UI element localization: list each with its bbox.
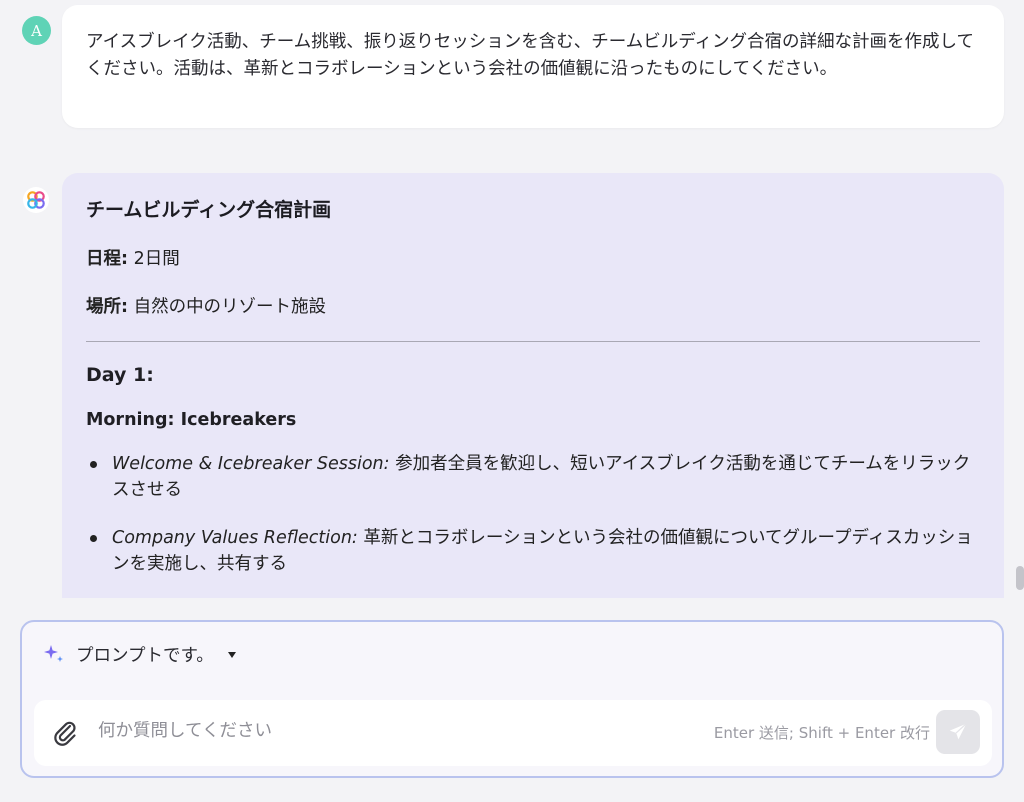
activity-title: Welcome & Icebreaker Session: [112,454,390,474]
input-row: Enter 送信; Shift + Enter 改行 [34,700,992,766]
plan-title: チームビルディング合宿計画 [86,199,332,221]
activity-title: Company Values Reflection: [112,528,358,548]
prompt-selector[interactable]: プロンプトです。 [42,638,236,670]
prompt-selector-label: プロンプトです。 [76,645,214,666]
list-item: Company Values Reflection: 革新とコラボレーションとい… [86,525,980,577]
paperclip-icon[interactable] [50,718,80,748]
caret-down-icon [227,652,236,658]
scrollbar-thumb[interactable] [1016,566,1024,590]
list-item: Welcome & Icebreaker Session: 参加者全員を歓迎し、… [86,451,980,503]
location-line: 場所: 自然の中のリゾート施設 [86,293,980,321]
chat-thread: A アイスブレイク活動、チーム挑戦、振り返りセッションを含む、チームビルディング… [0,0,1024,598]
user-message-bubble: アイスブレイク活動、チーム挑戦、振り返りセッションを含む、チームビルディング合宿… [62,5,1004,128]
day-heading: Day 1: [86,364,154,386]
location-value: 自然の中のリゾート施設 [128,297,327,317]
message-composer: プロンプトです。 Enter 送信; Shift + Enter 改行 [20,620,1004,778]
sparkle-icon [44,645,63,662]
schedule-label: 日程: [86,249,128,269]
section-divider [86,341,980,342]
location-label: 場所: [86,297,128,317]
message-input[interactable] [98,714,658,748]
paper-plane-icon [949,723,967,740]
user-message-text: アイスブレイク活動、チーム挑戦、振り返りセッションを含む、チームビルディング合宿… [86,32,974,79]
user-avatar: A [22,16,51,45]
ai-avatar-icon [23,187,49,213]
activity-list: Welcome & Icebreaker Session: 参加者全員を歓迎し、… [86,451,980,577]
send-hint: Enter 送信; Shift + Enter 改行 [713,724,930,742]
send-button[interactable] [936,710,980,754]
schedule-line: 日程: 2日間 [86,245,980,273]
ai-message-bubble: チームビルディング合宿計画 日程: 2日間 場所: 自然の中のリゾート施設 Da… [62,173,1004,598]
session-heading: Morning: Icebreakers [86,410,297,430]
schedule-value: 2日間 [128,249,180,269]
